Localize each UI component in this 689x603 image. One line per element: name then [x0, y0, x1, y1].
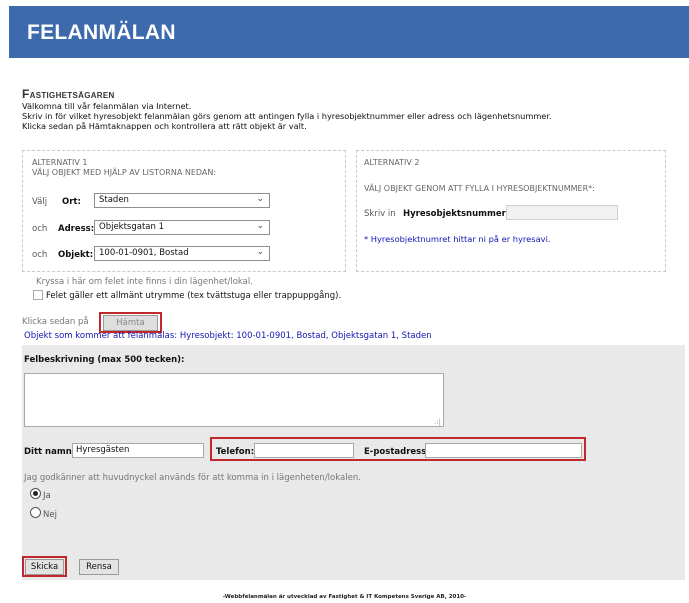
apartment-hint: Kryssa i här om felet inte finns i din l… [36, 277, 253, 287]
intro-line-3: Klicka sedan på Hämtaknappen och kontrol… [22, 121, 307, 131]
alt2-hint: * Hyresobjektnumret hittar ni på er hyre… [364, 234, 551, 244]
description-textarea[interactable]: .:| [24, 373, 444, 427]
consent-text: Jag godkänner att huvudnyckel används fö… [24, 473, 361, 483]
adress-select-value: Objektsgatan 1 [99, 222, 165, 232]
section-title: Fastighetsägaren [22, 87, 115, 101]
footer-text: -Webbfelanmälan är utvecklad av Fastighe… [222, 594, 467, 600]
alt2-input-prefix: Skriv in [364, 209, 396, 219]
chevron-down-icon: ⌄ [256, 194, 264, 204]
common-area-label: Felet gäller ett allmänt utrymme (tex tv… [46, 291, 342, 301]
reset-button[interactable]: Rensa [79, 559, 119, 575]
objekt-select[interactable]: 100-01-0901, Bostad ⌄ [94, 246, 270, 261]
adress-select[interactable]: Objektsgatan 1 ⌄ [94, 220, 270, 235]
alt2-input-label: Hyresobjektsnummer: [403, 209, 510, 219]
chevron-down-icon: ⌄ [256, 247, 264, 257]
fetch-prefix: Klicka sedan på [22, 317, 89, 327]
objekt-prefix: och [32, 250, 48, 260]
phone-input[interactable] [254, 443, 354, 458]
submit-button[interactable]: Skicka [25, 559, 64, 575]
common-area-checkbox[interactable] [33, 290, 43, 300]
name-input[interactable]: Hyresgästen [72, 443, 204, 458]
alt1-subtitle: VÄLJ OBJEKT MED HJÄLP AV LISTORNA NEDAN: [32, 168, 217, 177]
ort-label: Ort: [62, 197, 81, 207]
ort-prefix: Välj [32, 197, 48, 207]
intro-line-2: Skriv in för vilket hyresobjekt felanmäl… [22, 111, 552, 121]
fetch-button[interactable]: Hämta [103, 315, 158, 331]
phone-label: Telefon: [216, 447, 255, 457]
adress-prefix: och [32, 224, 48, 234]
consent-no-radio[interactable] [30, 507, 41, 518]
description-label: Felbeskrivning (max 500 tecken): [24, 355, 185, 365]
email-input[interactable] [425, 443, 582, 458]
resize-grip-icon[interactable]: .:| [434, 418, 441, 426]
objekt-select-value: 100-01-0901, Bostad [99, 248, 189, 258]
objekt-label: Objekt: [58, 250, 94, 260]
intro-line-1: Välkomna till vår felanmälan via Interne… [22, 101, 192, 111]
alt2-title: ALTERNATIV 2 [364, 158, 420, 167]
page-header: FELANMÄLAN [9, 6, 689, 58]
chevron-down-icon: ⌄ [256, 221, 264, 231]
email-label: E-postadress: [364, 447, 430, 457]
alt2-subtitle: VÄLJ OBJEKT GENOM ATT FYLLA I HYRESOBJEK… [364, 184, 595, 193]
ort-select-value: Staden [99, 195, 129, 205]
adress-label: Adress: [58, 224, 95, 234]
consent-no-label: Nej [43, 510, 57, 520]
name-label: Ditt namn: [24, 447, 76, 457]
consent-yes-radio[interactable] [30, 488, 41, 499]
page-title: FELANMÄLAN [27, 21, 176, 44]
alt1-title: ALTERNATIV 1 [32, 158, 88, 167]
ort-select[interactable]: Staden ⌄ [94, 193, 270, 208]
hyresobjektsnummer-input[interactable] [506, 205, 618, 220]
selected-object-text: Objekt som kommer att felanmälas: Hyreso… [24, 331, 432, 341]
consent-yes-label: Ja [43, 491, 51, 501]
